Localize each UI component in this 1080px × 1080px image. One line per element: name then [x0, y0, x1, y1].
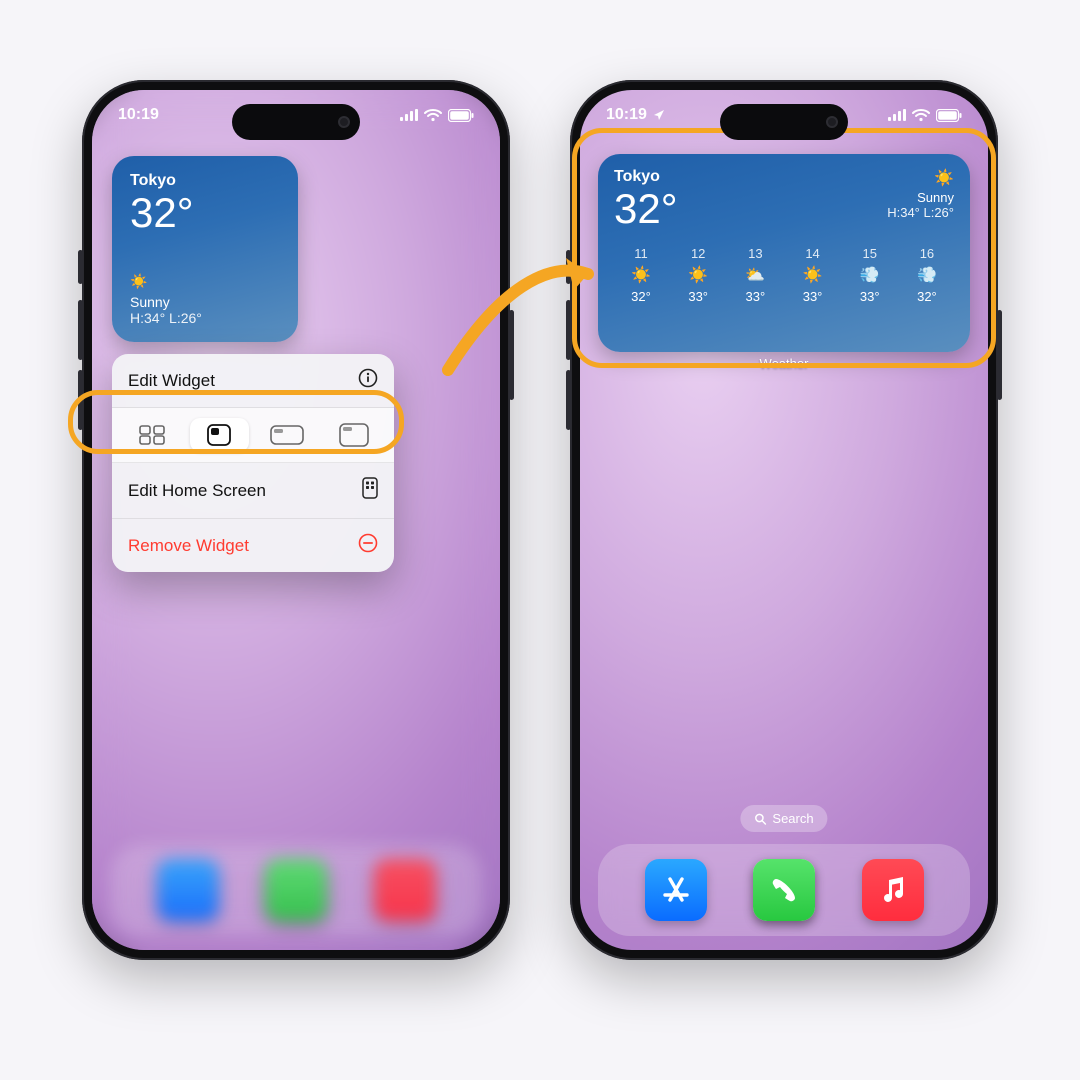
- forecast-hour: 15 💨 33°: [843, 246, 897, 304]
- sun-icon: ☀️: [130, 273, 202, 290]
- forecast-hour: 14 ☀️ 33°: [786, 246, 840, 304]
- search-label: Search: [772, 811, 813, 826]
- size-option-large[interactable]: [325, 423, 385, 447]
- wifi-icon: [912, 109, 930, 122]
- forecast-hour: 11 ☀️ 32°: [614, 246, 668, 304]
- status-time: 10:19: [118, 106, 159, 124]
- cellular-icon: [400, 109, 418, 121]
- weather-icon: 💨: [917, 265, 937, 285]
- location-icon: [653, 109, 665, 121]
- dynamic-island: [232, 104, 360, 140]
- app-icon: [157, 859, 219, 921]
- menu-remove-widget[interactable]: Remove Widget: [112, 519, 394, 572]
- weather-hilo: H:34° L:26°: [130, 310, 202, 326]
- wifi-icon: [424, 109, 442, 122]
- weather-icon: ⛅: [745, 265, 765, 285]
- widget-size-row: [112, 408, 394, 463]
- weather-widget-medium[interactable]: Tokyo 32° ☀️ Sunny H:34° L:26° 11 ☀️ 32°: [598, 154, 970, 352]
- forecast-hour: 16 💨 32°: [900, 246, 954, 304]
- weather-icon: 💨: [860, 265, 880, 285]
- battery-icon: [448, 109, 474, 122]
- size-option-medium[interactable]: [257, 425, 317, 445]
- info-icon: [358, 368, 378, 393]
- menu-edit-widget[interactable]: Edit Widget: [112, 354, 394, 408]
- app-icon: [374, 859, 436, 921]
- weather-city: Tokyo: [130, 172, 280, 190]
- dynamic-island: [720, 104, 848, 140]
- status-time: 10:19: [606, 106, 647, 124]
- screen-left: 10:19 Tokyo 32°: [92, 90, 500, 950]
- app-music[interactable]: [862, 859, 924, 921]
- weather-temp: 32°: [130, 192, 280, 234]
- app-icon: [265, 859, 327, 921]
- phone-apps-icon: [362, 477, 378, 504]
- weather-widget-small[interactable]: Tokyo 32° ☀️ Sunny H:34° L:26°: [112, 156, 298, 342]
- weather-city: Tokyo: [614, 168, 678, 186]
- dock: [598, 844, 970, 936]
- battery-icon: [936, 109, 962, 122]
- app-phone[interactable]: [753, 859, 815, 921]
- widget-caption: Weather: [580, 356, 988, 371]
- app-appstore[interactable]: [645, 859, 707, 921]
- weather-icon: ☀️: [803, 265, 823, 285]
- screen-right: 10:19: [580, 90, 988, 950]
- cellular-icon: [888, 109, 906, 121]
- menu-label: Remove Widget: [128, 536, 249, 556]
- minus-circle-icon: [358, 533, 378, 558]
- weather-condition: Sunny: [887, 190, 954, 205]
- dock-blurred: [110, 844, 482, 936]
- weather-temp: 32°: [614, 188, 678, 230]
- weather-icon: ☀️: [631, 265, 651, 285]
- size-option-small[interactable]: [190, 418, 250, 452]
- weather-condition: Sunny: [130, 294, 202, 310]
- hourly-forecast: 11 ☀️ 32° 12 ☀️ 33° 13 ⛅ 33°: [614, 246, 954, 304]
- search-pill[interactable]: Search: [740, 805, 827, 832]
- size-option-icons[interactable]: [122, 425, 182, 445]
- forecast-hour: 12 ☀️ 33°: [671, 246, 725, 304]
- weather-icon: ☀️: [688, 265, 708, 285]
- widget-context-menu: Edit Widget: [112, 354, 394, 572]
- phone-right: 10:19: [570, 80, 998, 960]
- weather-hilo: H:34° L:26°: [887, 205, 954, 220]
- sun-icon: ☀️: [887, 168, 954, 188]
- phone-left: 10:19 Tokyo 32°: [82, 80, 510, 960]
- menu-label: Edit Widget: [128, 371, 215, 391]
- forecast-hour: 13 ⛅ 33°: [728, 246, 782, 304]
- search-icon: [754, 813, 766, 825]
- menu-label: Edit Home Screen: [128, 481, 266, 501]
- menu-edit-home-screen[interactable]: Edit Home Screen: [112, 463, 394, 519]
